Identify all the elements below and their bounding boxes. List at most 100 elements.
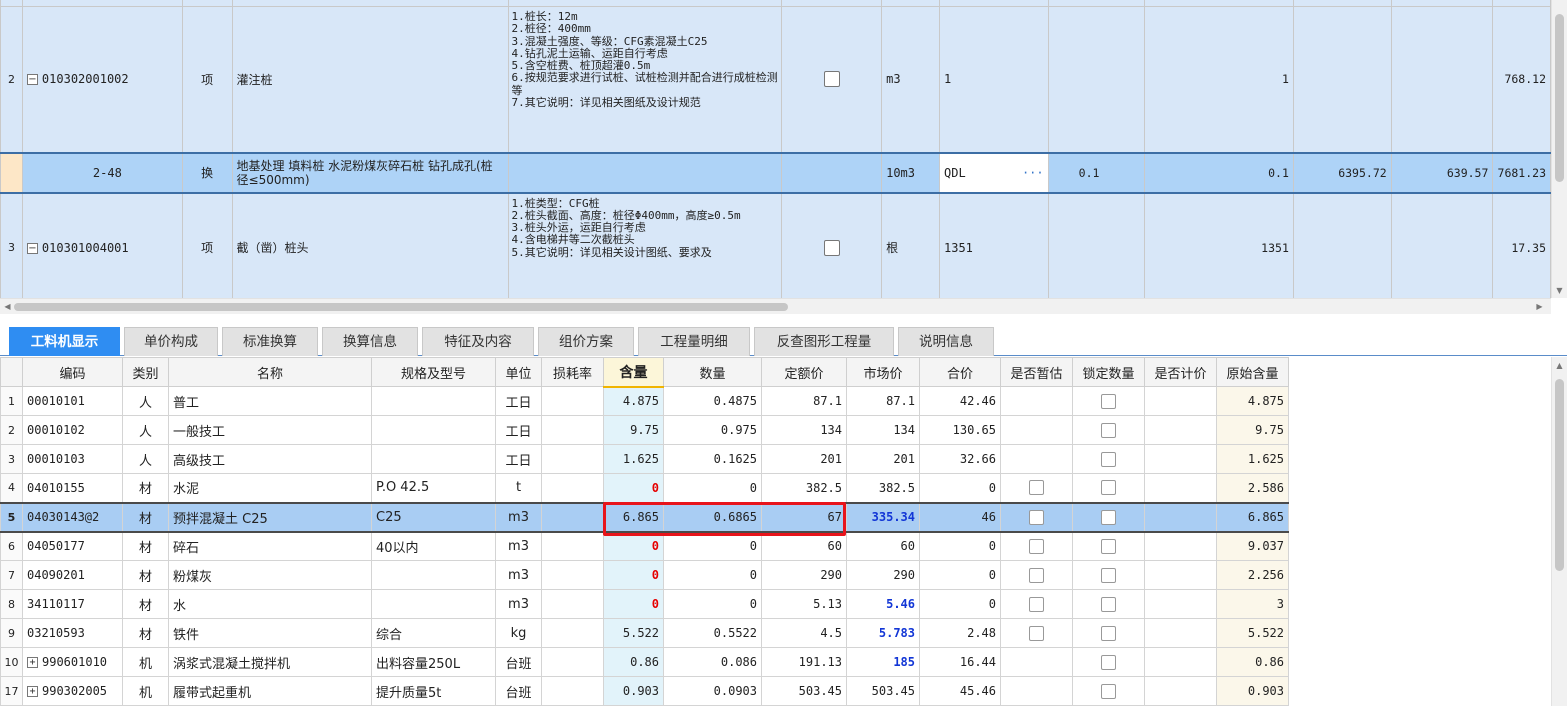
loss-rate[interactable] xyxy=(541,444,604,474)
lock-checkbox-cell[interactable] xyxy=(781,6,883,153)
resource-name[interactable]: 高级技工 xyxy=(168,444,372,474)
content-value[interactable]: 5.522 xyxy=(603,618,664,648)
scrollbar-thumb[interactable] xyxy=(14,303,788,311)
market-price-value[interactable]: 201 xyxy=(846,444,920,474)
quantity-expression-input[interactable]: QDL ··· xyxy=(939,151,1049,194)
table-row-selected[interactable]: 2-48 换 地基处理 填料桩 水泥粉煤灰碎石桩 钻孔成孔(桩径≤500mm) … xyxy=(0,151,1551,194)
resource-spec[interactable] xyxy=(371,415,496,445)
resource-code[interactable]: 04030143@2 xyxy=(22,501,123,533)
quota-code[interactable]: 2-48 xyxy=(21,151,183,194)
is-estimate-cell[interactable] xyxy=(1000,647,1073,677)
lock-quantity-cell[interactable] xyxy=(1072,618,1145,648)
is-estimate-checkbox[interactable] xyxy=(1029,625,1044,641)
resource-spec[interactable]: P.O 42.5 xyxy=(371,473,496,503)
loss-rate[interactable] xyxy=(541,386,604,416)
resource-name[interactable]: 普工 xyxy=(168,386,372,416)
resource-name[interactable]: 预拌混凝土 C25 xyxy=(168,501,372,533)
tab-reverse-graphic-quantity[interactable]: 反查图形工程量 xyxy=(754,327,894,356)
is-priced-cell[interactable] xyxy=(1144,386,1217,416)
bill-name[interactable]: 灌注桩 xyxy=(231,6,509,153)
resource-name[interactable]: 涡浆式混凝土搅拌机 xyxy=(168,647,372,677)
market-price-value[interactable]: 503.45 xyxy=(846,676,920,706)
bill-quantity[interactable]: 1 xyxy=(1144,6,1294,153)
content-value[interactable]: 9.75 xyxy=(603,415,664,445)
scroll-left-icon[interactable]: ◀ xyxy=(0,302,15,312)
loss-rate[interactable] xyxy=(541,560,604,590)
resource-name[interactable]: 履带式起重机 xyxy=(168,676,372,706)
lock-quantity-cell[interactable] xyxy=(1072,473,1145,503)
loss-rate[interactable] xyxy=(541,501,604,533)
market-price-value[interactable]: 5.46 xyxy=(846,589,920,619)
is-estimate-checkbox[interactable] xyxy=(1029,567,1044,583)
quantity-expression[interactable]: 1 xyxy=(939,6,1049,153)
bill-quantity[interactable]: 1351 xyxy=(1144,192,1294,298)
is-estimate-checkbox[interactable] xyxy=(1029,509,1044,525)
lock-quantity-checkbox[interactable] xyxy=(1101,422,1116,438)
col-header-amount[interactable]: 合价 xyxy=(919,357,1001,387)
table-row[interactable]: 10 +990601010 机涡浆式混凝土搅拌机 出料容量250L 台班 0.86 0.08… xyxy=(0,647,1289,677)
content-value[interactable]: 4.875 xyxy=(603,386,664,416)
market-price-value[interactable]: 87.1 xyxy=(846,386,920,416)
col-header-spec[interactable]: 规格及型号 xyxy=(371,357,496,387)
is-priced-cell[interactable] xyxy=(1144,676,1217,706)
is-priced-cell[interactable] xyxy=(1144,473,1217,503)
lock-quantity-checkbox[interactable] xyxy=(1101,567,1116,583)
lock-quantity-checkbox[interactable] xyxy=(1101,480,1116,496)
col-header-quantity[interactable]: 数量 xyxy=(663,357,762,387)
tab-pricing-scheme[interactable]: 组价方案 xyxy=(538,327,634,356)
col-header-loss-rate[interactable]: 损耗率 xyxy=(541,357,604,387)
expand-icon[interactable]: + xyxy=(27,686,38,697)
resource-code[interactable]: 03210593 xyxy=(22,618,123,648)
col-header-code[interactable]: 编码 xyxy=(22,357,123,387)
is-estimate-cell[interactable] xyxy=(1000,676,1073,706)
is-priced-cell[interactable] xyxy=(1144,589,1217,619)
is-priced-cell[interactable] xyxy=(1144,415,1217,445)
is-estimate-cell[interactable] xyxy=(1000,386,1073,416)
col-header-name[interactable]: 名称 xyxy=(168,357,372,387)
lock-quantity-checkbox[interactable] xyxy=(1101,538,1116,554)
table-row[interactable]: 6 04050177 材碎石 40以内 m3 0 0 60 60 0 9.037 xyxy=(0,531,1289,561)
lock-checkbox[interactable] xyxy=(823,71,840,88)
resource-code[interactable]: 00010103 xyxy=(22,444,123,474)
is-priced-cell[interactable] xyxy=(1144,560,1217,590)
col-header-category[interactable]: 类别 xyxy=(122,357,169,387)
resource-code[interactable]: 00010102 xyxy=(22,415,123,445)
col-header-market-price[interactable]: 市场价 xyxy=(846,357,920,387)
tab-resource-display[interactable]: 工料机显示 xyxy=(9,327,120,356)
bill-code-cell[interactable]: −010301004001 xyxy=(21,192,183,298)
resource-code[interactable]: 00010101 xyxy=(22,386,123,416)
is-estimate-cell[interactable] xyxy=(1000,501,1073,533)
table-row[interactable]: 1 00010101 人普工 工日 4.875 0.4875 87.1 87.1 42.46 4.… xyxy=(0,386,1289,416)
lock-quantity-checkbox[interactable] xyxy=(1101,625,1116,641)
lock-quantity-cell[interactable] xyxy=(1072,589,1145,619)
lock-checkbox-cell[interactable] xyxy=(781,192,883,298)
bill-features[interactable]: 1.桩长：12m 2.桩径：400mm 3.混凝土强度、等级：CFG素混凝土C2… xyxy=(507,6,783,153)
lock-quantity-cell[interactable] xyxy=(1072,531,1145,561)
resource-spec[interactable]: 综合 xyxy=(371,618,496,648)
lock-quantity-cell[interactable] xyxy=(1072,415,1145,445)
loss-rate[interactable] xyxy=(541,647,604,677)
content-value[interactable]: 6.865 xyxy=(603,501,664,533)
is-priced-cell[interactable] xyxy=(1144,444,1217,474)
resource-name[interactable]: 碎石 xyxy=(168,531,372,561)
resource-code[interactable]: +990601010 xyxy=(22,647,123,677)
lock-quantity-checkbox[interactable] xyxy=(1101,654,1116,670)
col-header-unit[interactable]: 单位 xyxy=(495,357,542,387)
resource-name[interactable]: 铁件 xyxy=(168,618,372,648)
content-value[interactable]: 0 xyxy=(603,589,664,619)
resource-spec[interactable] xyxy=(371,560,496,590)
table-row[interactable]: 2 −010302001002 项 灌注桩 1.桩长：12m 2.桩径：400m… xyxy=(0,6,1551,153)
ellipsis-button[interactable]: ··· xyxy=(1022,166,1044,180)
bill-code-cell[interactable]: −010302001002 xyxy=(21,6,183,153)
collapse-icon[interactable]: − xyxy=(26,242,38,254)
resource-spec[interactable]: 40以内 xyxy=(371,531,496,561)
is-estimate-cell[interactable] xyxy=(1000,589,1073,619)
table-row-selected[interactable]: 5 04030143@2 材预拌混凝土 C25 C25 m3 6.865 0.6865 67 3… xyxy=(0,501,1289,533)
quota-name[interactable]: 地基处理 填料桩 水泥粉煤灰碎石桩 钻孔成孔(桩径≤500mm) xyxy=(231,151,509,194)
is-priced-cell[interactable] xyxy=(1144,647,1217,677)
lock-quantity-checkbox[interactable] xyxy=(1101,683,1116,699)
content-value[interactable]: 0 xyxy=(603,473,664,503)
tab-conversion-info[interactable]: 换算信息 xyxy=(322,327,418,356)
lock-quantity-cell[interactable] xyxy=(1072,444,1145,474)
resource-code[interactable]: 04090201 xyxy=(22,560,123,590)
